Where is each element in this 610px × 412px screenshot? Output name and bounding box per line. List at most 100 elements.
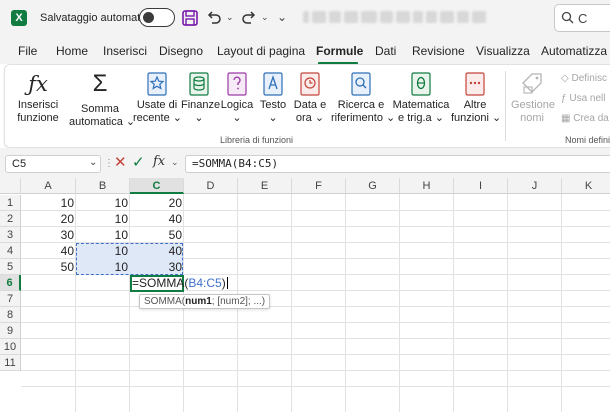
- cell-edit-formula[interactable]: =SOMMA(B4:C5): [132, 276, 228, 290]
- tab-dati[interactable]: Dati: [375, 44, 396, 58]
- tag-icon: ◇: [561, 73, 569, 84]
- column-header[interactable]: A: [21, 178, 76, 194]
- autosum-label-2: automatica: [69, 116, 123, 128]
- row-header[interactable]: 4: [0, 243, 21, 259]
- formula-prefix: =SOMMA(: [132, 276, 189, 290]
- column-header[interactable]: B: [76, 178, 130, 194]
- cell-c2[interactable]: 40: [130, 211, 182, 227]
- cell-b3[interactable]: 10: [76, 227, 128, 243]
- tab-visualizza[interactable]: Visualizza: [476, 44, 530, 58]
- create-from-selection-button[interactable]: ▦ Crea da: [561, 113, 609, 124]
- define-name-label: Definisc: [571, 73, 608, 84]
- logical-label: Logica: [220, 99, 254, 111]
- referenced-range-border: [76, 243, 183, 275]
- row-header[interactable]: 2: [0, 211, 21, 227]
- gridline: [21, 370, 610, 371]
- tab-automatizza[interactable]: Automatizza: [541, 44, 607, 58]
- datetime-button[interactable]: Data e ora ⌄: [291, 71, 329, 125]
- redo-dropdown-chevron-icon[interactable]: ⌄: [261, 12, 269, 23]
- name-box-chevron-icon[interactable]: ⌄: [89, 157, 97, 168]
- row-header[interactable]: 7: [0, 291, 21, 307]
- text-functions-button[interactable]: Testo ⌄: [257, 71, 289, 125]
- row-header[interactable]: 1: [0, 195, 21, 211]
- defined-names-group-label: Nomi defini: [565, 135, 610, 145]
- insert-function-button[interactable]: ƒx Inserisci funzione: [15, 71, 61, 125]
- row-header[interactable]: 5: [0, 259, 21, 275]
- customize-toolbar-chevron-icon[interactable]: ⌄: [277, 10, 287, 24]
- column-header[interactable]: D: [184, 178, 238, 194]
- cell-a1[interactable]: 10: [22, 195, 74, 211]
- autosum-button[interactable]: Σ Somma automatica ⌄: [69, 71, 135, 129]
- finance-button[interactable]: Finanze ⌄: [181, 71, 220, 125]
- recent-label-2: recente: [133, 112, 170, 124]
- name-manager-button[interactable]: Gestione nomi: [511, 71, 555, 125]
- function-library-group-label: Libreria di funzioni: [220, 135, 294, 145]
- tab-file[interactable]: File: [18, 44, 37, 58]
- column-header[interactable]: E: [238, 178, 292, 194]
- cell-a5[interactable]: 50: [22, 259, 74, 275]
- recent-functions-button[interactable]: Usate di recente ⌄: [133, 71, 182, 125]
- column-header[interactable]: K: [562, 178, 610, 194]
- more-functions-button[interactable]: Altre funzioni ⌄: [451, 71, 501, 125]
- cancel-icon[interactable]: ✕: [114, 153, 127, 171]
- cell-b2[interactable]: 10: [76, 211, 128, 227]
- row-header[interactable]: 8: [0, 307, 21, 323]
- save-icon[interactable]: [181, 9, 199, 27]
- define-name-button[interactable]: ◇ Definisc: [561, 73, 607, 84]
- tab-layout-di-pagina[interactable]: Layout di pagina: [217, 44, 305, 58]
- autosum-label-1: Somma: [81, 103, 119, 115]
- math-trig-button[interactable]: Matematica e trig.a ⌄: [391, 71, 451, 125]
- autosave-toggle[interactable]: [139, 8, 175, 27]
- tab-revisione[interactable]: Revisione: [412, 44, 465, 58]
- column-header[interactable]: F: [292, 178, 346, 194]
- row-header[interactable]: 10: [0, 339, 21, 355]
- column-header[interactable]: G: [346, 178, 400, 194]
- column-header[interactable]: I: [454, 178, 508, 194]
- tab-inserisci[interactable]: Inserisci: [103, 44, 147, 58]
- select-all-corner[interactable]: [0, 178, 21, 194]
- formula-suffix: ): [221, 276, 226, 290]
- clock-book-icon: [300, 72, 320, 96]
- name-box[interactable]: C5: [5, 155, 101, 173]
- cell-c1[interactable]: 20: [130, 195, 182, 211]
- chevron-down-icon: ⌄: [268, 112, 278, 124]
- enter-check-icon[interactable]: ✓: [132, 153, 145, 171]
- row-header[interactable]: 11: [0, 355, 21, 371]
- row-header[interactable]: 3: [0, 227, 21, 243]
- text-book-icon: [263, 72, 283, 96]
- use-in-formula-button[interactable]: ƒ Usa nell: [561, 93, 605, 104]
- function-argument-tooltip[interactable]: SOMMA(num1; [num2]; ...): [139, 294, 270, 309]
- datetime-label-1: Data e: [293, 99, 327, 111]
- tab-home[interactable]: Home: [56, 44, 88, 58]
- formula-input[interactable]: =SOMMA(B4:C5): [185, 155, 610, 173]
- tab-formule[interactable]: Formule: [316, 44, 363, 58]
- column-header[interactable]: C: [130, 178, 184, 194]
- gridline: [21, 338, 610, 339]
- tooltip-function-name: SOMMA(: [144, 296, 186, 307]
- tab-disegno[interactable]: Disegno: [159, 44, 203, 58]
- column-header[interactable]: H: [400, 178, 454, 194]
- redo-icon[interactable]: [240, 9, 258, 27]
- dots-book-icon: [465, 72, 485, 96]
- cell-a4[interactable]: 40: [22, 243, 74, 259]
- row-header[interactable]: 6: [0, 275, 21, 291]
- undo-icon[interactable]: [205, 9, 223, 27]
- undo-dropdown-chevron-icon[interactable]: ⌄: [226, 12, 234, 23]
- excel-logo-icon: X: [11, 10, 27, 26]
- math-label-2: e trig.a: [398, 112, 432, 124]
- cell-a3[interactable]: 30: [22, 227, 74, 243]
- row-header[interactable]: 9: [0, 323, 21, 339]
- formula-icon: ƒ: [561, 93, 567, 104]
- cell-b1[interactable]: 10: [76, 195, 128, 211]
- cell-c3[interactable]: 50: [130, 227, 182, 243]
- gridline: [21, 354, 610, 355]
- gridline: [21, 386, 610, 387]
- formula-bar-handle-icon[interactable]: ⋮: [104, 158, 114, 169]
- insert-function-fx-icon[interactable]: fx: [153, 154, 165, 169]
- fx-chevron-icon[interactable]: ⌄: [171, 157, 179, 168]
- cell-a2[interactable]: 20: [22, 211, 74, 227]
- column-header[interactable]: J: [508, 178, 562, 194]
- lookup-reference-button[interactable]: Ricerca e riferimento ⌄: [331, 71, 395, 125]
- logical-button[interactable]: Logica ⌄: [219, 71, 255, 125]
- search-box[interactable]: C: [554, 4, 610, 32]
